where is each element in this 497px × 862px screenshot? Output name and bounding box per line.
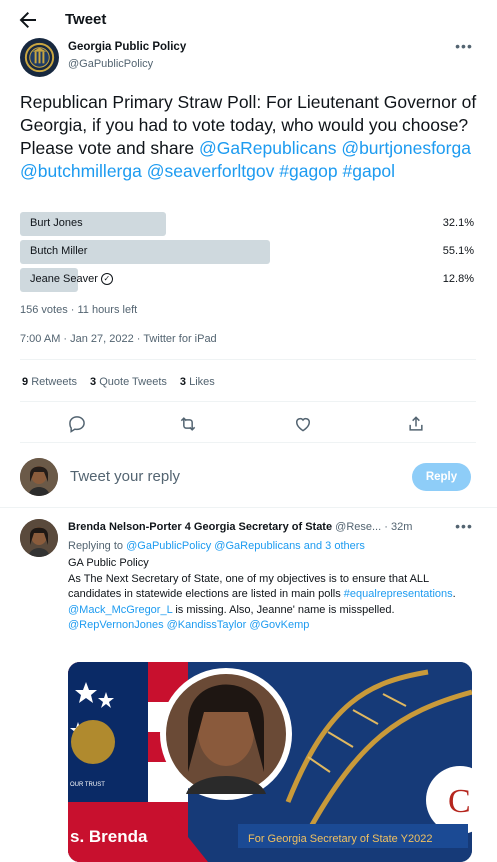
reply-line: GA Public Policy (68, 557, 149, 569)
banner-name: s. Brenda (70, 827, 148, 846)
quote-tweets-stat[interactable]: 3 Quote Tweets (90, 376, 167, 388)
tweet-timestamp[interactable]: 7:00 AM · Jan 27, 2022 · Twitter for iPa… (20, 333, 217, 345)
more-options-icon[interactable]: ••• (452, 38, 476, 58)
banner-badge-text: OUR TRUST (70, 782, 105, 788)
like-heart-icon[interactable] (293, 414, 313, 434)
reply-mentions[interactable]: @RepVernonJones @KandissTaylor @GovKemp (68, 618, 473, 634)
reply-media-image[interactable]: OUR TRUST C For Georgia Secretary of Sta… (68, 662, 472, 862)
share-icon[interactable] (406, 414, 426, 434)
georgia-seal-icon (24, 42, 55, 73)
back-arrow-icon[interactable] (16, 8, 40, 32)
reply-icon[interactable] (67, 414, 87, 434)
reply-text: GA Public Policy As The Next Secretary o… (68, 556, 473, 634)
reply-author-line: Brenda Nelson-Porter 4 Georgia Secretary… (68, 521, 448, 533)
user-photo-icon (20, 458, 58, 496)
user-avatar[interactable] (20, 458, 58, 496)
reply-author-avatar[interactable] (20, 519, 58, 557)
reply-paragraph: As The Next Secretary of State, one of m… (68, 572, 456, 616)
reply-input[interactable]: Tweet your reply (70, 468, 400, 485)
page-title: Tweet (65, 11, 107, 28)
likes-stat[interactable]: 3 Likes (180, 376, 215, 388)
hashtag-link[interactable]: #equalrepresentations (344, 588, 453, 600)
divider (20, 359, 476, 360)
banner-logo-letter: C (448, 783, 471, 820)
poll-option-label: Burt Jones (30, 217, 83, 229)
banner-text: For Georgia Secretary of State Y2022 (248, 833, 432, 845)
poll-option-jeane-seaver: Jeane Seaver ✓ 12.8% (20, 268, 476, 292)
author-name[interactable]: Georgia Public Policy (68, 41, 186, 53)
author-handle[interactable]: @GaPublicPolicy (68, 58, 153, 70)
more-options-icon[interactable]: ••• (452, 518, 476, 538)
retweet-icon[interactable] (178, 414, 198, 434)
tweet-stats: 9 Retweets 3 Quote Tweets 3 Likes (22, 376, 228, 388)
check-circle-icon: ✓ (100, 273, 113, 285)
poll-option-label: Jeane Seaver ✓ (30, 273, 113, 285)
poll-option-percent: 55.1% (442, 245, 474, 257)
retweets-stat[interactable]: 9 Retweets (22, 376, 77, 388)
divider (0, 507, 497, 508)
poll-meta: 156 votes · 11 hours left (20, 304, 138, 316)
reply-author-handle[interactable]: @Rese... (335, 521, 381, 533)
poll-option-label: Butch Miller (30, 245, 88, 257)
divider (20, 442, 476, 443)
poll-option-butch-miller: Butch Miller 55.1% (20, 240, 476, 264)
divider (20, 401, 476, 402)
author-avatar[interactable] (20, 38, 59, 77)
poll-option-burt-jones: Burt Jones 32.1% (20, 212, 476, 236)
poll-option-percent: 32.1% (442, 217, 474, 229)
tweet-text: Republican Primary Straw Poll: For Lieut… (20, 91, 480, 183)
campaign-banner-image: OUR TRUST C For Georgia Secretary of Sta… (68, 662, 472, 862)
replying-to: Replying to @GaPublicPolicy @GaRepublica… (68, 540, 365, 552)
poll-option-percent: 12.8% (442, 273, 474, 285)
reply-time[interactable]: · 32m (384, 521, 412, 533)
replying-to-links[interactable]: @GaPublicPolicy @GaRepublicans and 3 oth… (126, 540, 365, 552)
reply-author-photo-icon (20, 519, 58, 557)
mention-link[interactable]: @Mack_McGregor_L (68, 604, 172, 616)
reply-button[interactable]: Reply (412, 463, 471, 491)
reply-author-name[interactable]: Brenda Nelson-Porter 4 Georgia Secretary… (68, 521, 332, 533)
